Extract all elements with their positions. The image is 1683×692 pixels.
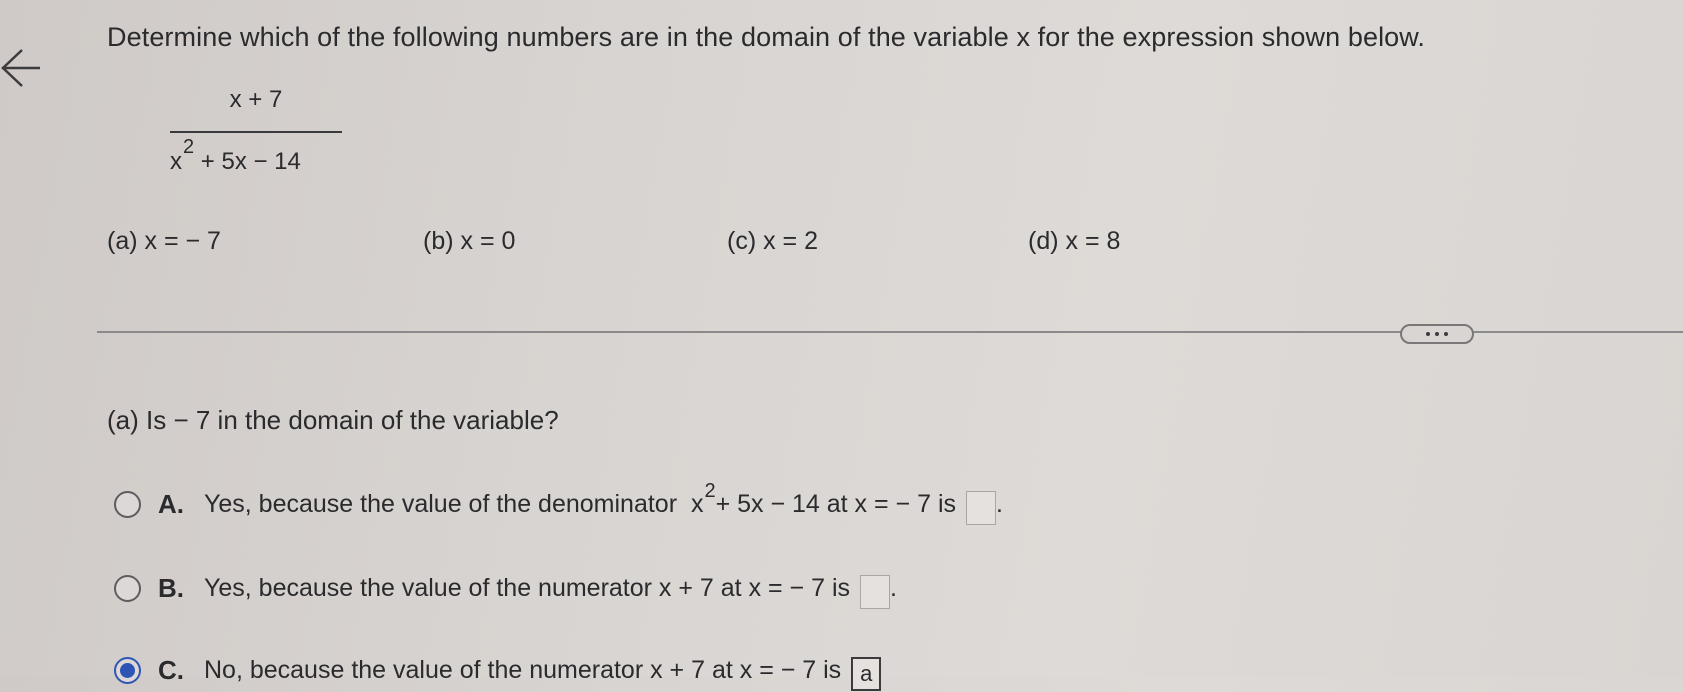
option-trailing: . (996, 489, 1003, 518)
choice-a: (a) x = − 7 (107, 227, 221, 256)
choice-label: (a) (107, 227, 138, 255)
option-letter: C. (158, 654, 184, 685)
answer-input-c[interactable]: a (851, 657, 882, 691)
more-dots-icon (1444, 332, 1448, 336)
more-dots-icon (1435, 332, 1439, 336)
option-text: Yes, because the value of the numerator … (204, 573, 851, 602)
choice-label: (b) (423, 227, 454, 255)
option-text-after: + 5x − 14 at x = − 7 is (715, 489, 956, 518)
radio-button-c-selected[interactable] (114, 656, 141, 684)
choice-label: (c) (727, 227, 757, 255)
choice-label: (d) (1028, 227, 1059, 255)
option-c[interactable]: C. No, because the value of the numerato… (114, 648, 882, 692)
option-b[interactable]: B. Yes, because the value of the numerat… (114, 566, 897, 610)
denominator-rest: + 5x − 14 (200, 148, 301, 175)
denominator-base: x (170, 148, 182, 175)
option-letter: A. (158, 488, 184, 519)
choice-value: x = 8 (1065, 227, 1121, 255)
part-a-question: (a) Is − 7 in the domain of the variable… (107, 405, 559, 435)
choice-value: x = − 7 (144, 227, 221, 255)
answer-input-b[interactable] (860, 575, 891, 609)
rational-expression: x + 7 x2 + 5x − 14 (170, 86, 342, 186)
answer-input-a[interactable] (966, 491, 996, 525)
radio-button-b[interactable] (114, 574, 141, 602)
option-a[interactable]: A. Yes, because the value of the denomin… (114, 479, 1003, 526)
option-expr-base: x (690, 489, 704, 518)
option-trailing: . (890, 573, 897, 602)
option-letter: B. (158, 572, 184, 603)
option-expr-exponent: 2 (704, 479, 716, 502)
back-arrow-icon[interactable] (0, 48, 44, 92)
more-dots-icon (1426, 332, 1430, 336)
choice-value: x = 0 (460, 227, 516, 255)
option-text: Yes, because the value of the denominato… (204, 489, 678, 518)
more-options-button[interactable] (1400, 324, 1474, 344)
choice-value: x = 2 (763, 227, 819, 255)
radio-button-a[interactable] (114, 490, 141, 518)
expression-denominator: x2 + 5x − 14 (170, 136, 301, 176)
choice-b: (b) x = 0 (423, 227, 515, 256)
question-prompt: Determine which of the following numbers… (107, 22, 1426, 52)
fraction-bar (170, 131, 342, 133)
denominator-exponent: 2 (183, 136, 195, 158)
option-text: No, because the value of the numerator x… (204, 655, 842, 684)
expression-numerator: x + 7 (229, 86, 283, 113)
choice-d: (d) x = 8 (1028, 227, 1120, 256)
choice-c: (c) x = 2 (727, 227, 818, 256)
